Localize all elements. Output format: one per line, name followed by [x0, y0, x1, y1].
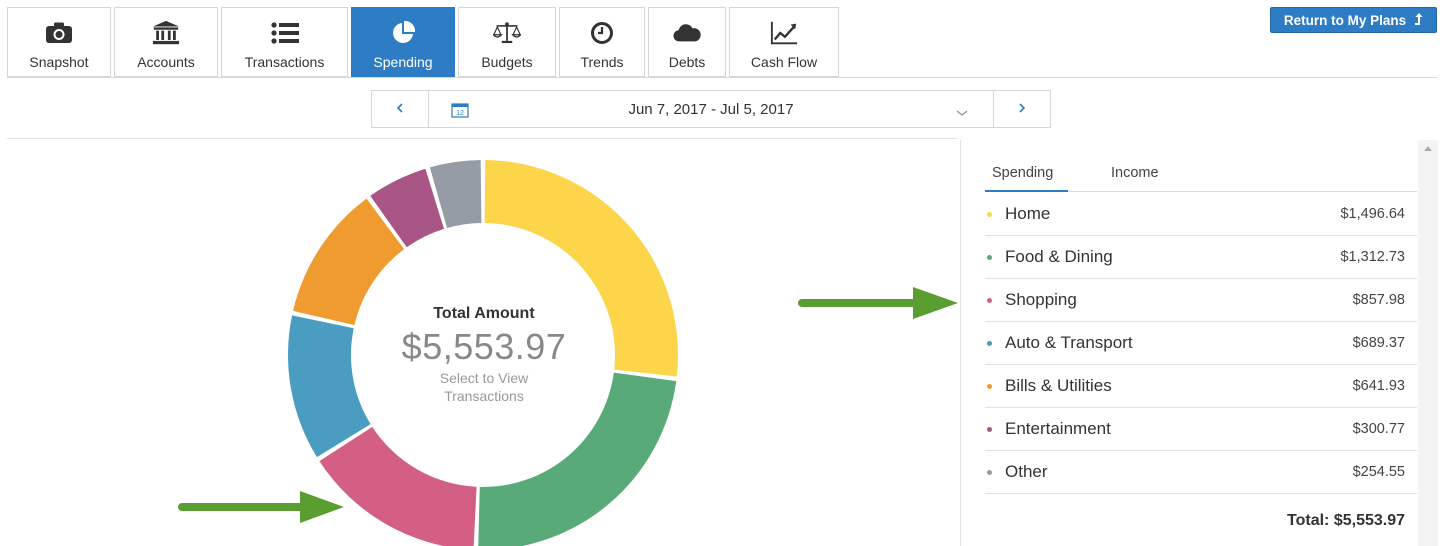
category-row[interactable]: Auto & Transport $689.37: [985, 322, 1417, 365]
category-list: Home $1,496.64 Food & Dining $1,312.73 Shopp…: [985, 193, 1417, 494]
category-amount: $300.77: [1352, 421, 1405, 437]
category-color-dot: [987, 470, 992, 475]
chevron-right-icon: [1018, 101, 1026, 118]
category-name: Home: [1005, 204, 1051, 223]
next-period-button[interactable]: [993, 91, 1050, 127]
category-row[interactable]: Bills & Utilities $641.93: [985, 365, 1417, 408]
donut-slice-auto-transport[interactable]: [288, 315, 371, 458]
donut-center-summary[interactable]: Total Amount $5,553.97 Select to View Tr…: [369, 305, 599, 404]
category-amount: $689.37: [1352, 335, 1405, 351]
category-name: Shopping: [1005, 290, 1077, 309]
tab-spending-list[interactable]: Spending: [992, 165, 1053, 181]
select-hint-line2: Transactions: [444, 388, 524, 404]
category-amount: $1,496.64: [1340, 206, 1405, 222]
category-color-dot: [987, 255, 992, 260]
active-tab-underline: [985, 190, 1068, 192]
scroll-up-icon[interactable]: [1424, 146, 1432, 151]
return-arrow-icon: [1413, 12, 1423, 28]
category-color-dot: [987, 298, 992, 303]
category-amount: $641.93: [1352, 378, 1405, 394]
category-row[interactable]: Entertainment $300.77: [985, 408, 1417, 451]
panel-tabs: Spending Income: [985, 160, 1417, 192]
scrollbar[interactable]: [1418, 140, 1438, 546]
category-color-dot: [987, 341, 992, 346]
category-amount: $254.55: [1352, 464, 1405, 480]
category-name: Entertainment: [1005, 419, 1111, 438]
category-row[interactable]: Home $1,496.64: [985, 193, 1417, 236]
category-amount: $857.98: [1352, 292, 1405, 308]
total-amount-title: Total Amount: [433, 305, 535, 322]
category-name: Auto & Transport: [1005, 333, 1133, 352]
annotation-arrow-donut: [178, 491, 344, 523]
category-amount: $1,312.73: [1340, 249, 1405, 265]
return-button-label: Return to My Plans: [1283, 12, 1407, 28]
category-name: Other: [1005, 462, 1048, 481]
return-to-plans-button[interactable]: Return to My Plans: [1270, 7, 1437, 33]
category-color-dot: [987, 384, 992, 389]
select-hint-line1: Select to View: [439, 370, 529, 386]
spending-total: Total: $5,553.97: [1287, 512, 1405, 529]
total-amount-value: $5,553.97: [401, 326, 567, 367]
tab-income-list[interactable]: Income: [1111, 165, 1159, 181]
category-color-dot: [987, 427, 992, 432]
category-name: Food & Dining: [1005, 247, 1113, 266]
category-row[interactable]: Food & Dining $1,312.73: [985, 236, 1417, 279]
annotation-arrow-list: [798, 287, 958, 319]
spending-donut-chart: [288, 160, 679, 546]
category-name: Bills & Utilities: [1005, 376, 1112, 395]
category-color-dot: [987, 212, 992, 217]
category-row[interactable]: Shopping $857.98: [985, 279, 1417, 322]
category-row[interactable]: Other $254.55: [985, 451, 1417, 494]
